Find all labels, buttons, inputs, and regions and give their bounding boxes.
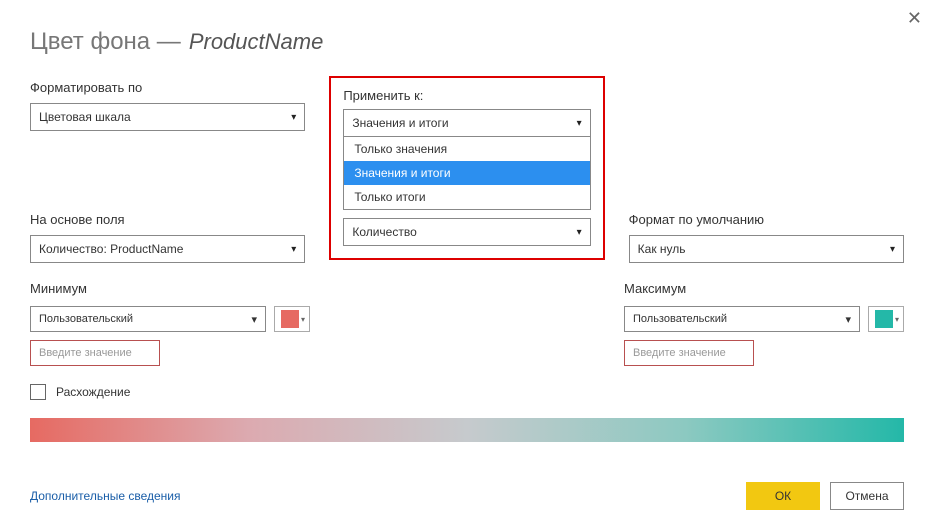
chevron-down-icon: ▾ — [895, 315, 899, 324]
maximum-mode-select[interactable]: Пользовательский ▾ — [624, 306, 860, 332]
maximum-value-input[interactable]: Введите значение — [624, 340, 754, 366]
minimum-mode-select[interactable]: Пользовательский ▾ — [30, 306, 266, 332]
dialog-title: Цвет фона — ProductName — [30, 28, 904, 56]
format-by-value: Цветовая шкала — [39, 110, 131, 124]
title-subtitle: ProductName — [189, 29, 324, 55]
format-by-label: Форматировать по — [30, 80, 305, 95]
maximum-color-swatch — [875, 310, 893, 328]
title-main: Цвет фона — — [30, 28, 181, 56]
maximum-color-picker[interactable]: ▾ — [868, 306, 904, 332]
apply-to-label: Применить к: — [343, 88, 590, 103]
chevron-down-icon: ▾ — [577, 227, 582, 238]
maximum-placeholder: Введите значение — [633, 347, 726, 359]
dropdown-option[interactable]: Только значения — [344, 137, 589, 161]
chevron-down-icon: ▾ — [291, 112, 296, 123]
chevron-down-icon: ▾ — [577, 118, 582, 129]
maximum-label: Максимум — [624, 281, 904, 296]
apply-to-value: Значения и итоги — [352, 116, 448, 130]
chevron-down-icon: ▾ — [291, 244, 296, 255]
based-on-select[interactable]: Количество: ProductName ▾ — [30, 235, 305, 263]
gradient-preview — [30, 418, 904, 442]
default-format-select[interactable]: Как нуль ▾ — [629, 235, 904, 263]
chevron-down-icon: ▾ — [301, 315, 305, 324]
diverging-label: Расхождение — [56, 385, 130, 399]
dropdown-option-selected[interactable]: Значения и итоги — [344, 161, 589, 185]
cancel-button[interactable]: Отмена — [830, 482, 904, 510]
chevron-down-icon: ▾ — [890, 244, 895, 255]
close-icon[interactable]: ✕ — [907, 8, 922, 29]
minimum-color-swatch — [281, 310, 299, 328]
diverging-checkbox[interactable] — [30, 384, 46, 400]
chevron-down-icon: ▾ — [251, 313, 257, 326]
apply-to-select[interactable]: Значения и итоги ▾ — [343, 109, 590, 137]
default-format-label: Формат по умолчанию — [629, 212, 904, 227]
minimum-placeholder: Введите значение — [39, 347, 132, 359]
ok-button[interactable]: ОК — [746, 482, 820, 510]
more-info-link[interactable]: Дополнительные сведения — [30, 489, 180, 503]
minimum-value-input[interactable]: Введите значение — [30, 340, 160, 366]
minimum-color-picker[interactable]: ▾ — [274, 306, 310, 332]
apply-to-field-value: Количество — [352, 225, 416, 239]
apply-to-field-select[interactable]: Количество ▾ — [343, 218, 590, 246]
chevron-down-icon: ▾ — [845, 313, 851, 326]
format-by-select[interactable]: Цветовая шкала ▾ — [30, 103, 305, 131]
based-on-value: Количество: ProductName — [39, 242, 183, 256]
maximum-mode-value: Пользовательский — [633, 313, 727, 325]
minimum-mode-value: Пользовательский — [39, 313, 133, 325]
based-on-label: На основе поля — [30, 212, 305, 227]
dropdown-option[interactable]: Только итоги — [344, 185, 589, 209]
default-format-value: Как нуль — [638, 242, 686, 256]
apply-to-dropdown: Только значения Значения и итоги Только … — [343, 136, 590, 210]
apply-to-highlight: Применить к: Значения и итоги ▾ Только з… — [329, 76, 604, 260]
minimum-label: Минимум — [30, 281, 310, 296]
